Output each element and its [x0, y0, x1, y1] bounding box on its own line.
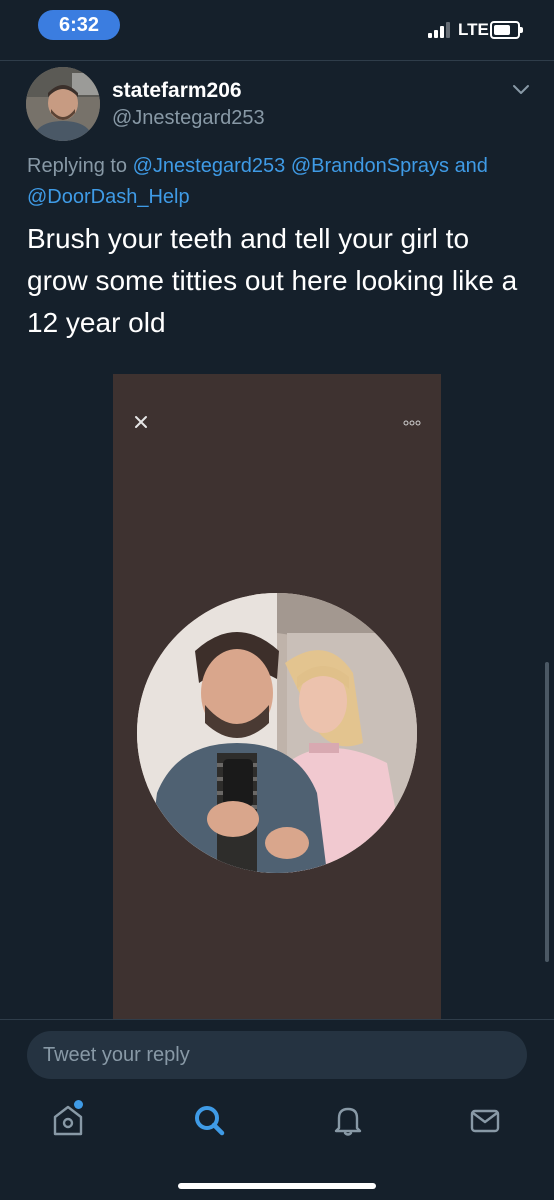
mention-link[interactable]: @DoorDash_Help	[27, 186, 190, 208]
mention-link[interactable]: @BrandonSprays	[291, 155, 449, 177]
status-time: 6:32	[38, 10, 120, 40]
user-handle[interactable]: @Jnestegard253	[112, 107, 265, 130]
search-icon[interactable]	[191, 1102, 227, 1138]
mention-joiner[interactable]: and	[455, 155, 488, 177]
new-content-dot	[74, 1100, 83, 1109]
avatar[interactable]	[26, 67, 100, 141]
replying-to-label: Replying to	[27, 155, 128, 177]
more-options-icon[interactable]	[403, 420, 421, 426]
tweet-detail-screen: 6:32 LTE statefarm206 @Jnestegard253 Rep…	[0, 0, 554, 1200]
reply-divider	[0, 1019, 554, 1020]
chevron-down-icon[interactable]	[512, 84, 530, 96]
header-divider	[0, 60, 554, 61]
notifications-icon[interactable]	[330, 1102, 366, 1138]
replying-to: Replying to @Jnestegard253 @BrandonSpray…	[27, 151, 537, 213]
couple-photo	[137, 593, 417, 873]
messages-icon[interactable]	[467, 1102, 503, 1138]
battery-icon	[490, 21, 523, 39]
profile-photo-circle	[137, 593, 417, 873]
home-indicator[interactable]	[178, 1183, 376, 1189]
tweet-media[interactable]	[113, 374, 441, 1019]
tweet-reply-input[interactable]	[27, 1031, 527, 1079]
close-icon[interactable]	[133, 414, 149, 430]
status-bar: 6:32 LTE	[0, 0, 554, 56]
scrollbar[interactable]	[545, 662, 549, 962]
network-type: LTE	[458, 20, 489, 39]
tweet-text: Brush your teeth and tell your girl to g…	[27, 223, 518, 338]
display-name[interactable]: statefarm206	[112, 79, 242, 103]
signal-strength-icon	[428, 22, 454, 38]
avatar-photo	[26, 67, 100, 141]
mention-link[interactable]: @Jnestegard253	[133, 155, 286, 177]
